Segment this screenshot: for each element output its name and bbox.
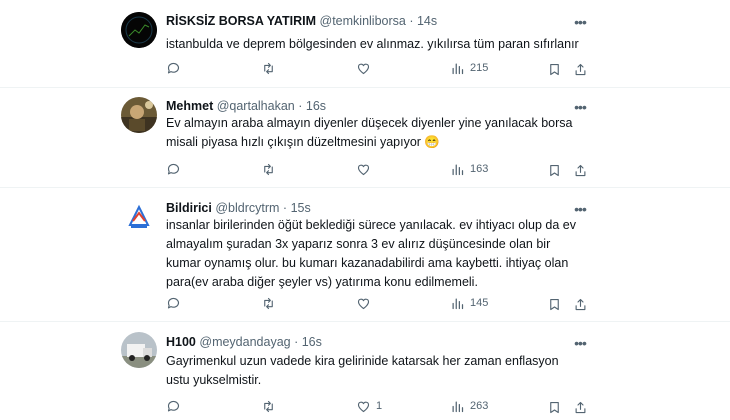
bookmark-button[interactable] (547, 398, 562, 416)
tweet-text: insanlar birilerinden öğüt beklediği sür… (166, 218, 576, 289)
like-icon (357, 63, 370, 74)
tweet[interactable]: RİSKSİZ BORSA YATIRIM @temkinliborsa · 1… (0, 0, 730, 88)
like-button[interactable]: 1 (356, 397, 382, 415)
like-icon (357, 164, 370, 175)
like-count: 1 (376, 400, 383, 412)
view-count: 263 (470, 400, 489, 412)
reply-button[interactable] (166, 160, 186, 178)
tweet[interactable]: Bildirici @bldrcytrm · 15s ••• insanlar … (0, 188, 730, 322)
reply-icon (167, 400, 180, 411)
tweet-header: Mehmet @qartalhakan · 16s (166, 98, 326, 114)
bookmark-icon (550, 63, 559, 75)
avatar-image (121, 12, 157, 48)
display-name[interactable]: RİSKSİZ BORSA YATIRIM (166, 14, 316, 28)
share-icon (575, 298, 586, 310)
separator-dot: · (294, 335, 299, 349)
more-horizontal-icon[interactable]: ••• (572, 15, 588, 33)
bookmark-button[interactable] (547, 161, 562, 179)
separator-dot: · (298, 99, 303, 113)
share-button[interactable] (573, 295, 588, 313)
retweet-button[interactable] (261, 397, 281, 415)
views-button[interactable]: 263 (450, 397, 488, 415)
bookmark-icon (550, 401, 559, 413)
bookmark-button[interactable] (547, 295, 562, 313)
share-icon (575, 164, 586, 176)
user-handle[interactable]: @meydandayag (199, 335, 290, 349)
retweet-button[interactable] (261, 59, 281, 77)
views-icon (452, 298, 464, 309)
display-name[interactable]: H100 (166, 335, 196, 349)
tweet-actions: 215 (166, 59, 586, 78)
user-handle[interactable]: @temkinliborsa (320, 14, 406, 28)
tweet-time[interactable]: 16s (302, 335, 322, 349)
like-button[interactable] (356, 160, 376, 178)
bookmark-button[interactable] (547, 60, 562, 78)
bookmark-icon (550, 298, 559, 310)
views-button[interactable]: 145 (450, 294, 488, 312)
retweet-icon (264, 62, 273, 74)
tweet[interactable]: H100 @meydandayag · 16s ••• Gayrimenkul … (0, 322, 730, 420)
retweet-icon (264, 297, 273, 309)
views-icon (452, 164, 464, 175)
share-button[interactable] (573, 60, 588, 78)
display-name[interactable]: Mehmet (166, 99, 213, 113)
view-count: 163 (470, 163, 489, 175)
reply-button[interactable] (166, 59, 186, 77)
tweet-header: Bildirici @bldrcytrm · 15s (166, 200, 311, 216)
views-icon (452, 401, 464, 412)
tweet-header: H100 @meydandayag · 16s (166, 334, 322, 350)
tweet-header: RİSKSİZ BORSA YATIRIM @temkinliborsa · 1… (166, 13, 437, 29)
tweet[interactable]: Mehmet @qartalhakan · 16s ••• Ev almayın… (0, 88, 730, 188)
retweet-button[interactable] (261, 160, 281, 178)
tweet-time[interactable]: 14s (417, 14, 437, 28)
avatar-image (121, 332, 157, 368)
share-button[interactable] (573, 398, 588, 416)
reply-button[interactable] (166, 294, 186, 312)
views-icon (452, 63, 464, 74)
tweet-text: Ev almayın araba almayın diyenler düşece… (166, 116, 573, 149)
retweet-icon (264, 400, 273, 412)
retweet-button[interactable] (261, 294, 281, 312)
like-button[interactable] (356, 294, 376, 312)
avatar[interactable] (121, 332, 157, 368)
avatar[interactable] (121, 12, 157, 48)
avatar-image (121, 97, 157, 133)
bookmark-icon (550, 164, 559, 176)
like-button[interactable] (356, 59, 376, 77)
tweet-time[interactable]: 16s (306, 99, 326, 113)
avatar[interactable] (121, 97, 157, 133)
user-handle[interactable]: @qartalhakan (217, 99, 295, 113)
tweet-actions: 163 (166, 160, 586, 179)
tweet-actions: 1 263 (166, 397, 586, 416)
avatar[interactable] (121, 199, 157, 235)
like-icon (357, 298, 370, 309)
like-icon (357, 401, 370, 412)
separator-dot: · (282, 201, 288, 215)
view-count: 145 (470, 297, 489, 309)
tweet-actions: 145 (166, 294, 586, 313)
separator-dot: · (409, 14, 414, 28)
share-button[interactable] (573, 161, 588, 179)
avatar-image (121, 199, 157, 235)
views-button[interactable]: 215 (450, 59, 488, 77)
views-button[interactable]: 163 (450, 160, 488, 178)
tweet-text: istanbulda ve deprem bölgesinden ev alın… (166, 37, 579, 51)
display-name[interactable]: Bildirici (166, 201, 212, 215)
reply-button[interactable] (166, 397, 186, 415)
reply-icon (167, 62, 180, 73)
reply-icon (167, 163, 180, 174)
tweet-text: Gayrimenkul uzun vadede kira gelirinide … (166, 354, 559, 387)
reply-icon (167, 297, 180, 308)
share-icon (575, 63, 586, 75)
user-handle[interactable]: @bldrcytrm (215, 201, 279, 215)
retweet-icon (264, 163, 273, 175)
tweet-time[interactable]: 15s (291, 201, 311, 215)
share-icon (575, 401, 586, 413)
view-count: 215 (470, 62, 489, 74)
